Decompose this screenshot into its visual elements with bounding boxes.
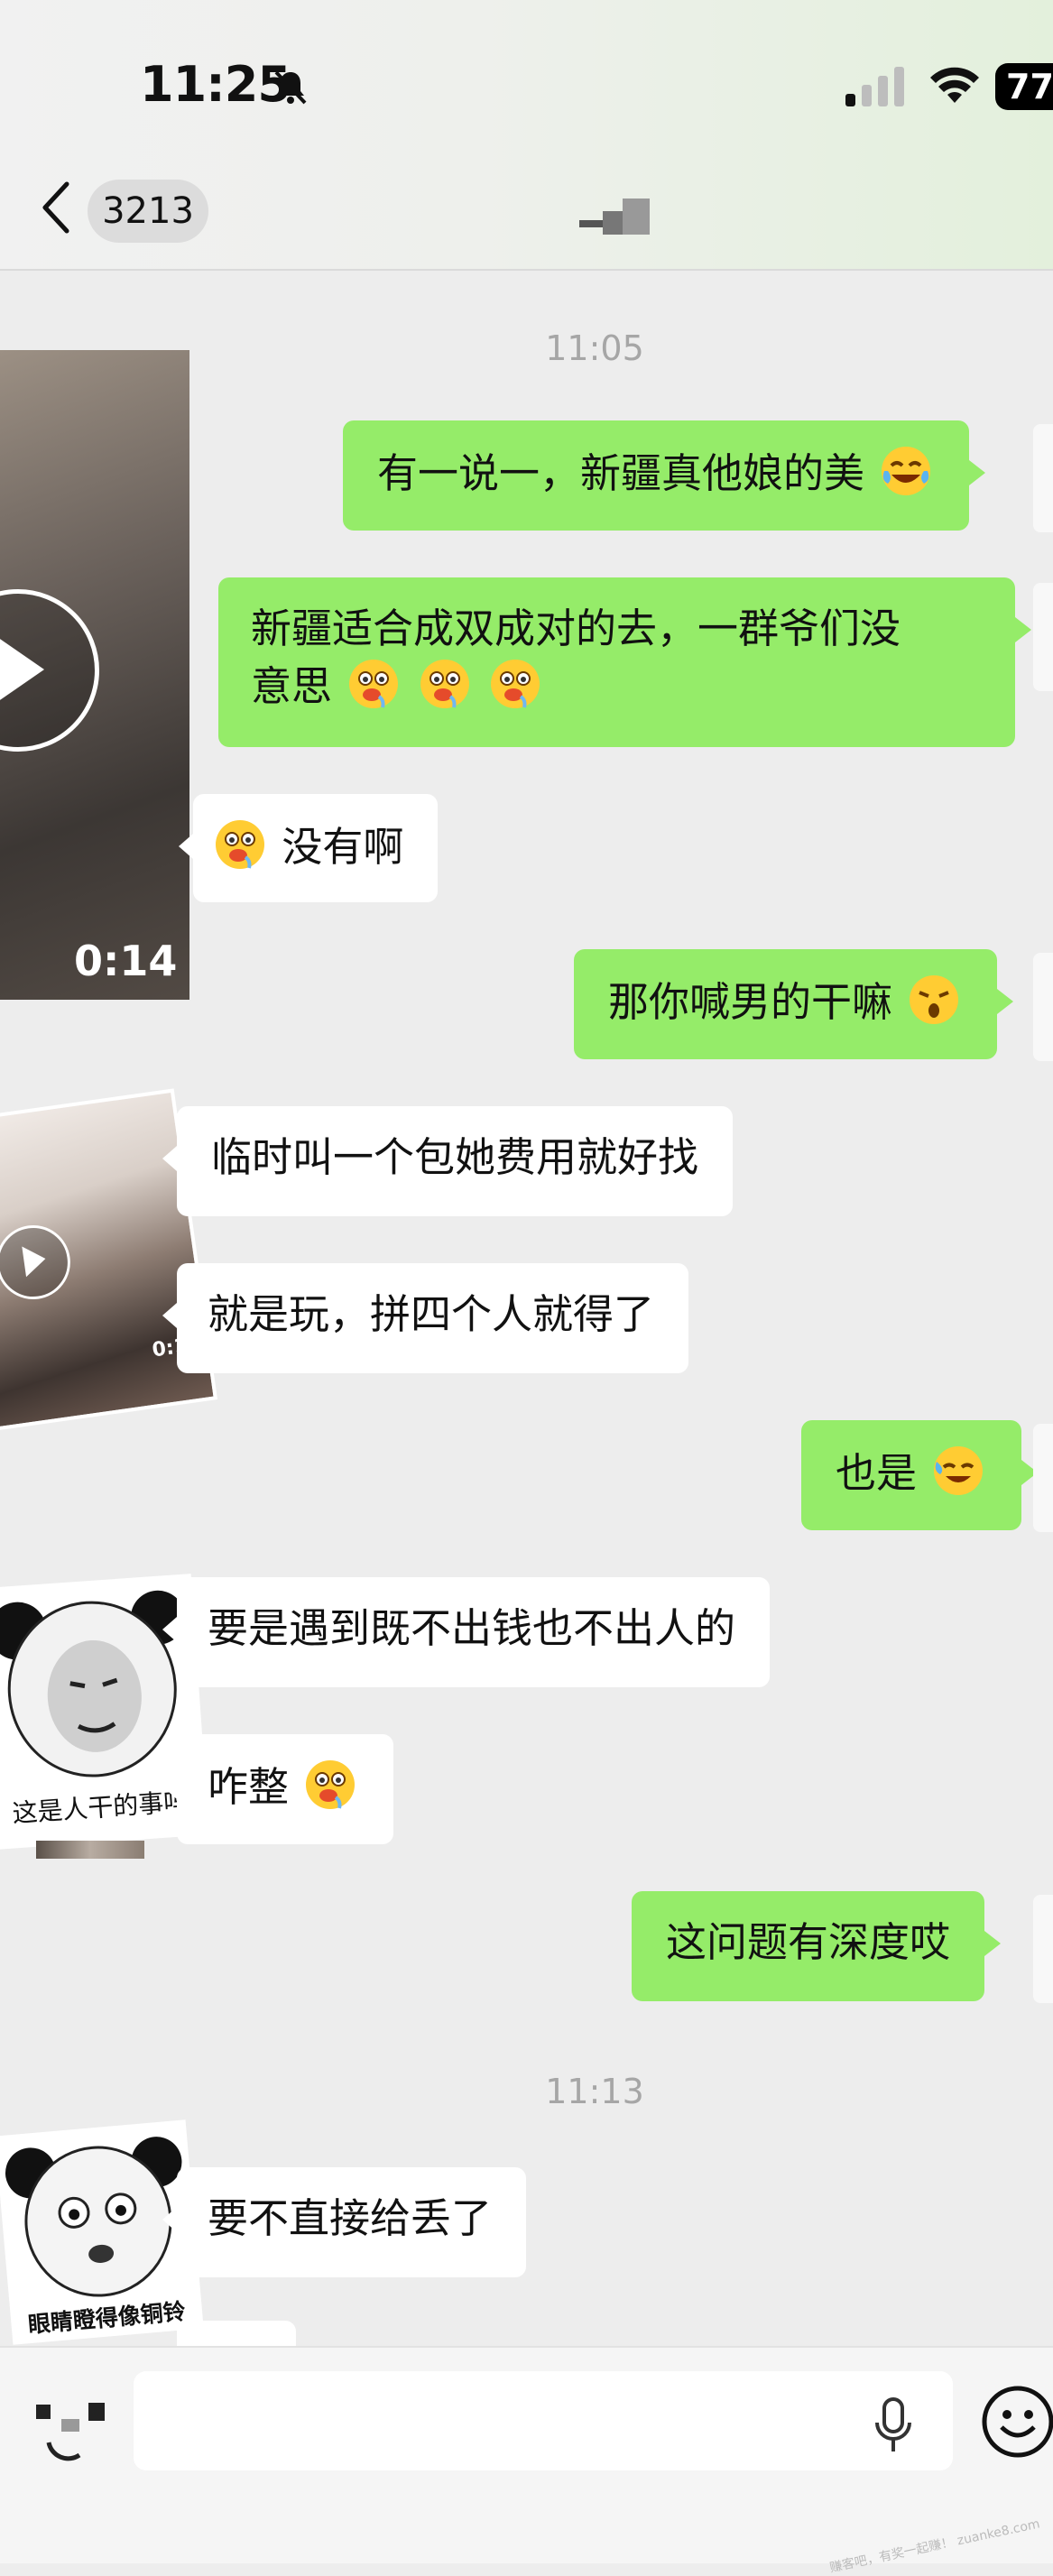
message-bubble-received[interactable]: 要是遇到既不出钱也不出人的	[162, 1577, 771, 1687]
sender-avatar[interactable]	[1033, 424, 1053, 532]
drooling-face-emoji-icon	[306, 1760, 356, 1809]
message-text: 意思	[251, 662, 333, 710]
sender-avatar[interactable]	[1033, 953, 1053, 1061]
sweat-smile-emoji-icon	[934, 1446, 984, 1495]
play-icon	[0, 1220, 76, 1305]
message-text: 也是	[836, 1449, 918, 1497]
message-text: 有一说一，新疆真他娘的美	[377, 449, 865, 497]
message-bubble-sent[interactable]: 也是	[801, 1420, 1039, 1530]
status-time: 11:25	[140, 56, 291, 113]
drooling-face-emoji-icon	[349, 660, 399, 708]
play-icon	[0, 589, 99, 752]
cellular-signal-icon	[845, 67, 904, 106]
message-bubble-sent[interactable]: 有一说一，新疆真他娘的美	[343, 420, 986, 531]
message-text: 咋整	[208, 1763, 290, 1811]
panda-face-icon	[0, 1590, 185, 1777]
message-bubble-received-partial[interactable]	[177, 2321, 296, 2346]
emoji-picker-icon[interactable]	[980, 2384, 1053, 2460]
message-text: 要不直接给丢了	[208, 2194, 493, 2242]
message-text: 要是遇到既不出钱也不出人的	[208, 1604, 736, 1652]
sender-avatar[interactable]	[36, 1841, 144, 1859]
sender-avatar[interactable]	[1033, 1424, 1053, 1532]
message-text: 没有啊	[282, 823, 404, 871]
message-bubble-received[interactable]: 要不直接给丢了	[162, 2167, 527, 2277]
message-bubble-sent[interactable]: 这问题有深度哎	[632, 1891, 1002, 2001]
message-input[interactable]	[134, 2371, 953, 2470]
message-bubble-received[interactable]: 临时叫一个包她费用就好找	[162, 1106, 734, 1216]
timestamp: 11:05	[545, 328, 644, 368]
message-text: 新疆适合成双成对的去，一群爷们没	[251, 605, 901, 652]
drooling-face-emoji-icon	[490, 660, 540, 708]
message-text: 临时叫一个包她费用就好找	[211, 1133, 699, 1181]
timestamp: 11:13	[545, 2072, 644, 2111]
message-text: 那你喊男的干嘛	[608, 978, 893, 1026]
kissing-face-emoji-icon	[910, 975, 959, 1024]
wifi-icon	[930, 67, 979, 103]
drooling-face-emoji-icon	[216, 820, 264, 869]
sticker-panda-meme[interactable]: 眼睛瞪得像铜铃	[0, 2119, 204, 2345]
microphone-icon[interactable]	[873, 2396, 914, 2455]
back-chevron-icon[interactable]	[40, 180, 72, 235]
video-message-thumbnail[interactable]: 0:14	[0, 350, 189, 1000]
sender-avatar[interactable]	[1033, 583, 1053, 691]
message-bubble-sent[interactable]: 那你喊男的干嘛	[574, 949, 1014, 1059]
laugh-cry-emoji-icon	[882, 447, 931, 495]
message-bubble-received[interactable]: 咋整	[162, 1734, 394, 1844]
message-bubble-received[interactable]: 就是玩，拼四个人就得了	[162, 1263, 689, 1373]
message-text: 这问题有深度哎	[666, 1918, 951, 1966]
video-duration: 0:14	[74, 937, 178, 985]
message-bubble-sent[interactable]: 新疆适合成双成对的去，一群爷们没 意思	[218, 577, 1031, 747]
message-bubble-received[interactable]: 没有啊	[178, 794, 439, 902]
drooling-face-emoji-icon	[420, 660, 469, 708]
chat-title-redacted	[577, 191, 668, 236]
battery-indicator: 77	[995, 63, 1053, 110]
message-text: 就是玩，拼四个人就得了	[208, 1290, 655, 1338]
unread-count-badge[interactable]: 3213	[88, 180, 208, 243]
voice-toggle-icon[interactable]	[31, 2396, 112, 2468]
mute-bell-icon	[274, 70, 307, 105]
sender-avatar[interactable]	[1033, 1895, 1053, 2003]
